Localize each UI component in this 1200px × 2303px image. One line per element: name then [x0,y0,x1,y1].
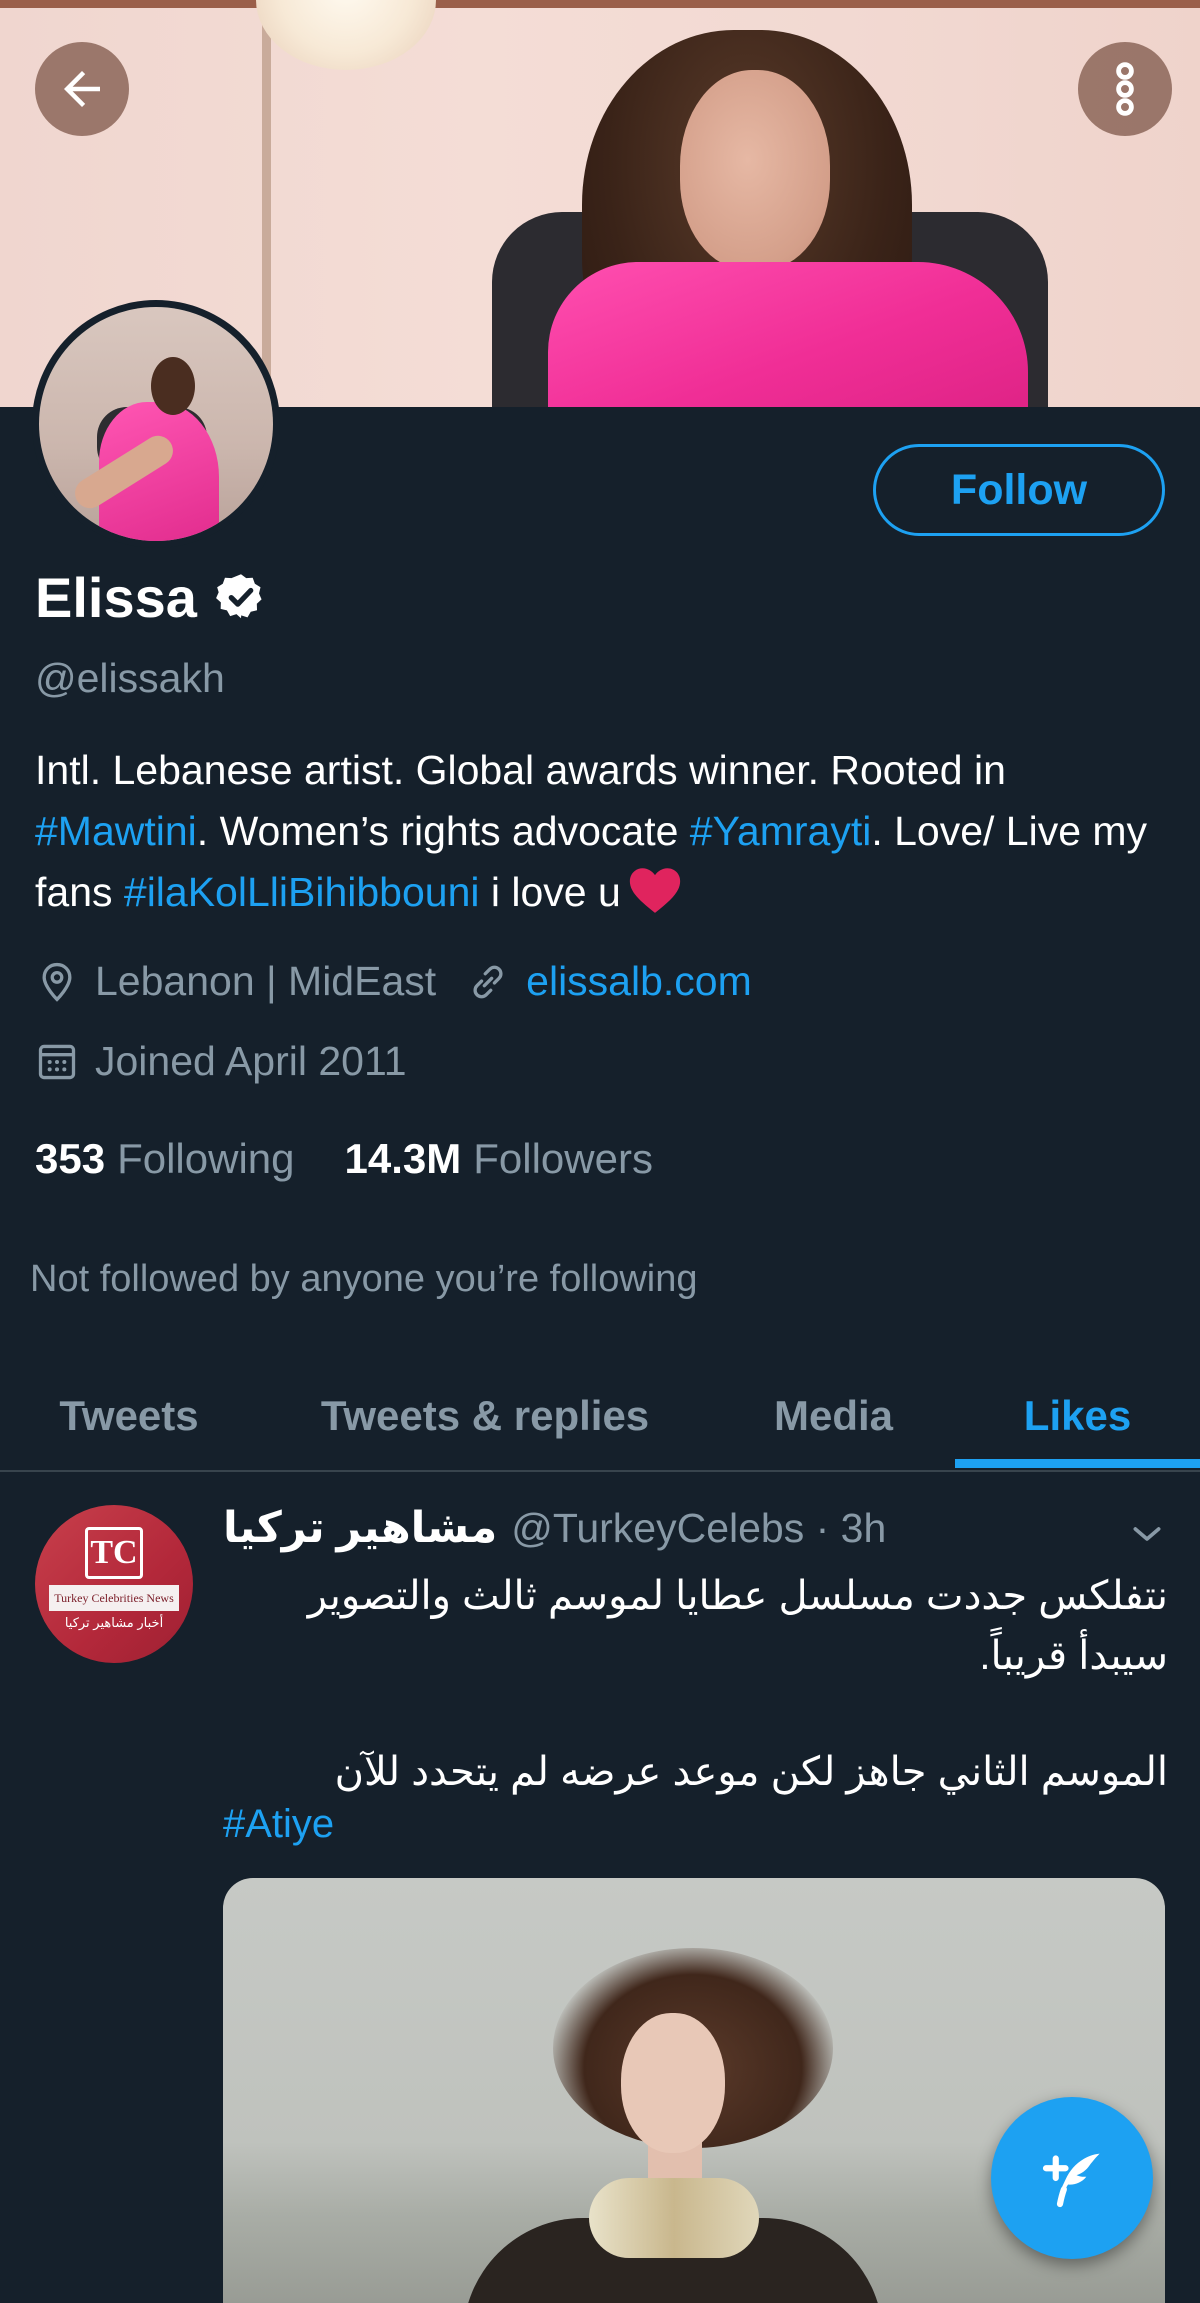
media-face [621,2013,725,2153]
bio-hashtag-yamrayti[interactable]: #Yamrayti [690,808,872,854]
bio-hashtag-mawtini[interactable]: #Mawtini [35,808,197,854]
compose-tweet-button[interactable] [991,2097,1153,2259]
profile-tabs: Tweets Tweets & replies Media Likes [0,1360,1200,1472]
verified-badge-icon [215,574,262,619]
mutual-followers-note: Not followed by anyone you’re following [30,1258,698,1300]
profile-name-row: Elissa [35,562,267,632]
tweet-author-avatar[interactable]: TC Turkey Celebrities News أخبار مشاهير … [35,1505,193,1663]
tab-likes[interactable]: Likes [955,1360,1200,1472]
followers-stat[interactable]: 14.3M Followers [345,1135,653,1183]
media-scarf [589,2178,759,2258]
status-bar-strip [0,0,1200,8]
following-stat[interactable]: 353 Following [35,1135,295,1183]
banner-face [680,70,830,270]
heart-emoji-icon [629,868,680,913]
avatar-image [39,307,273,541]
back-button[interactable] [35,42,129,136]
tab-tweets-and-replies[interactable]: Tweets & replies [258,1360,712,1472]
banner-lamp [256,0,436,70]
bio-hashtag-ilakollli[interactable]: #ilaKolLliBihibbouni [124,869,480,915]
location-pin-icon [42,962,72,1002]
display-name: Elissa [35,565,197,629]
profile-stats: 353 Following 14.3M Followers [35,1135,653,1183]
profile-handle: @elissakh [35,655,225,701]
bio-text: i love u [479,869,621,915]
profile-location-row: Lebanon | MidEast elissalb.com [35,958,752,1005]
compose-tweet-icon [1042,2153,1100,2208]
avatar-logo-band: Turkey Celebrities News [49,1585,179,1611]
bio-text: Intl. Lebanese artist. Global awards win… [35,747,1006,793]
follow-button[interactable]: Follow [873,444,1165,536]
followers-label: Followers [473,1135,653,1182]
tweet-text: نتفلكس جددت مسلسل عطايا لموسم ثالث والتص… [307,1574,1168,1678]
profile-website-link[interactable]: elissalb.com [526,958,752,1005]
tweet-author-name[interactable]: مشاهير تركيا [223,1503,497,1553]
tab-media[interactable]: Media [712,1360,955,1472]
tweet-hashtag[interactable]: #Atiye [223,1802,334,1847]
avatar-head [151,357,195,415]
profile-joined-row: Joined April 2011 [35,1038,407,1085]
active-tab-indicator [955,1459,1200,1468]
profile-joined-date: Joined April 2011 [95,1038,407,1084]
following-count: 353 [35,1135,106,1182]
profile-screen: Follow Elissa @elissakh Intl. Lebanese a… [0,0,1200,2303]
tweet-author-handle: @TurkeyCelebs · 3h [511,1505,887,1551]
bio-text: . Women’s rights advocate [196,808,690,854]
profile-avatar[interactable] [32,300,280,548]
tab-tweets[interactable]: Tweets [0,1360,258,1472]
following-label: Following [117,1135,295,1182]
profile-location: Lebanon | MidEast [95,958,437,1004]
calendar-icon [38,1044,76,1079]
tweet-header: مشاهير تركيا @TurkeyCelebs · 3h [223,1503,886,1559]
profile-bio: Intl. Lebanese artist. Global awards win… [35,740,1175,923]
more-options-button[interactable] [1078,42,1172,136]
banner-lamp-pole [262,0,271,407]
link-icon [473,965,503,998]
tweet-text-second-paragraph: الموسم الثاني جاهز لكن موعد عرضه لم يتحد… [334,1750,1168,1794]
more-vertical-icon [1116,62,1134,116]
avatar-logo-arabic: أخبار مشاهير تركيا [64,1615,164,1630]
followers-count: 14.3M [344,1135,462,1182]
avatar-logo-text: TC [85,1527,143,1579]
chevron-down-icon[interactable] [1127,1514,1167,1554]
banner-dress [548,262,1028,407]
back-arrow-icon [64,71,100,107]
